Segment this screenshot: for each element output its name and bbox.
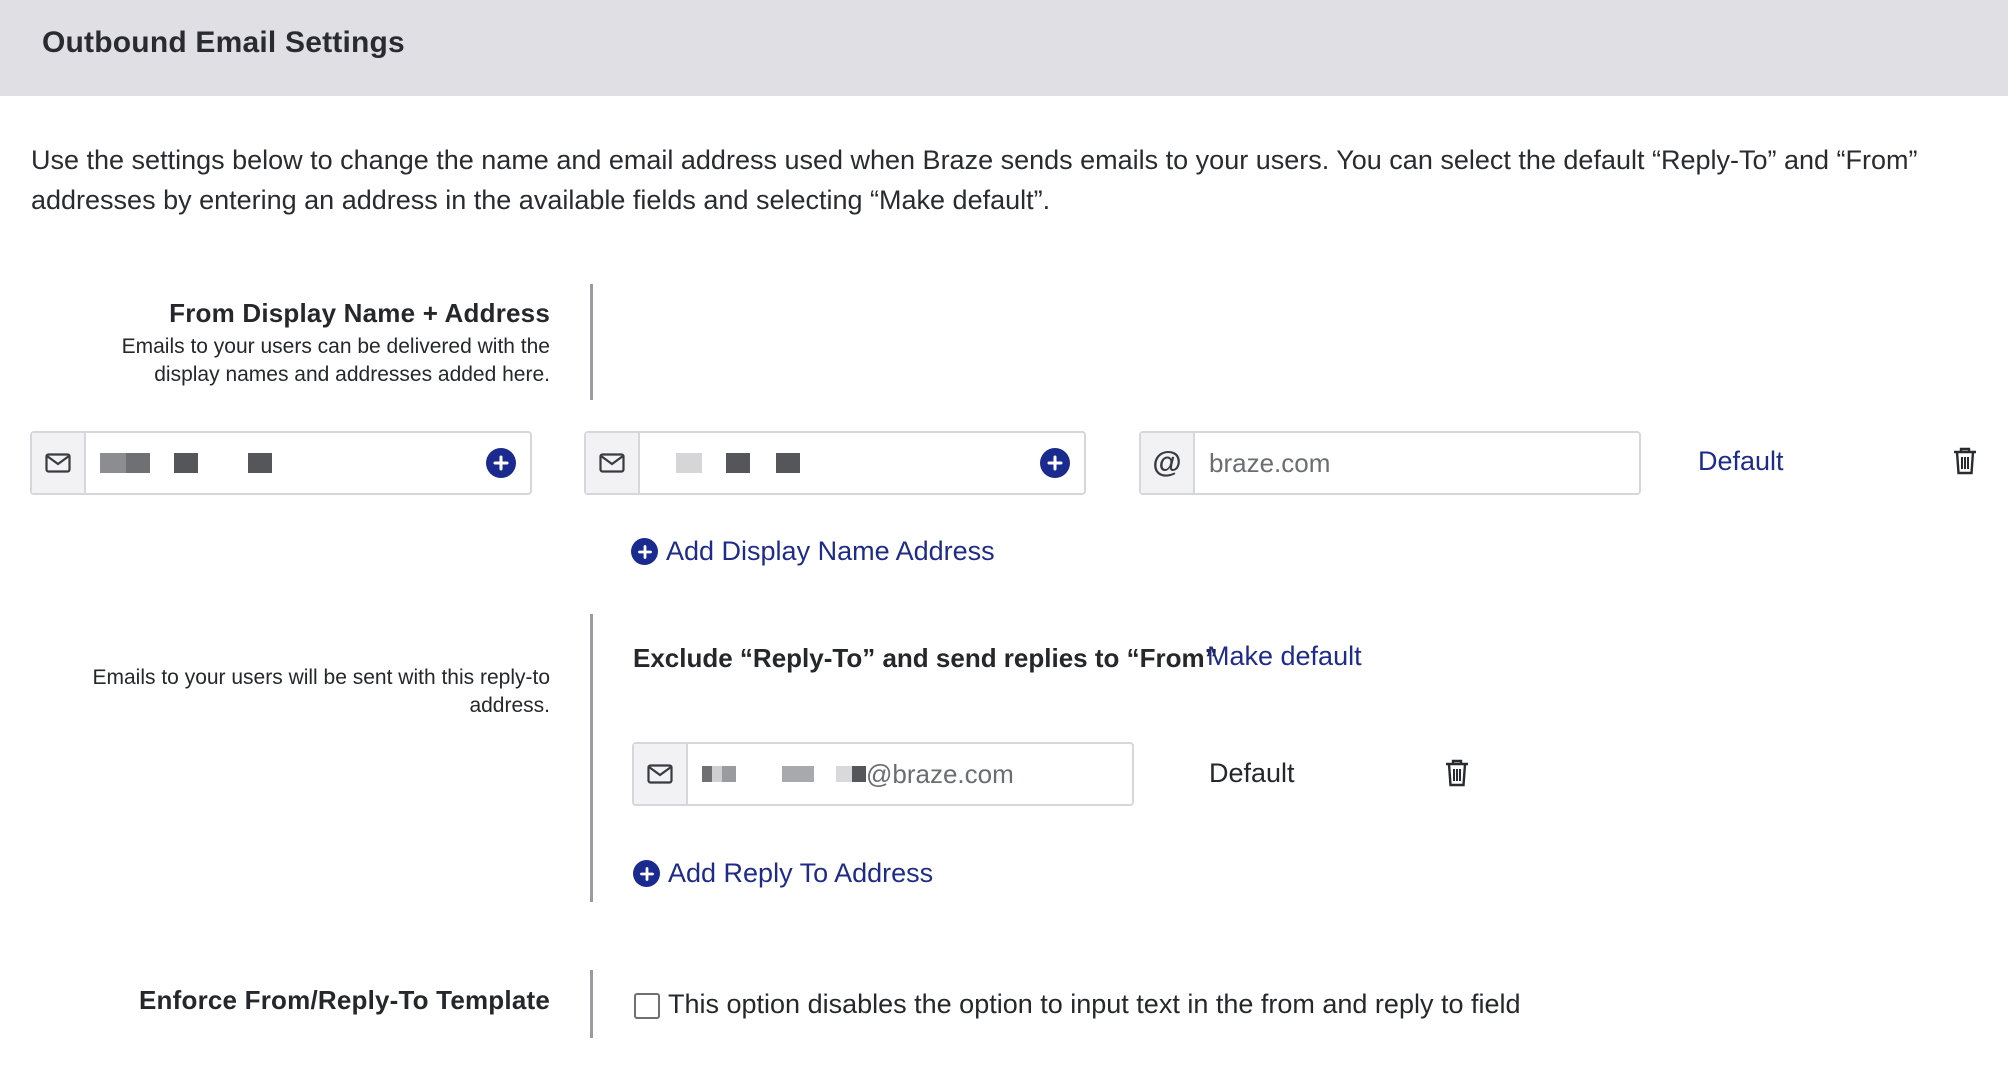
display-name-input-group [30,431,532,495]
redacted-block [722,766,736,782]
enforce-section-label: Enforce From/Reply-To Template [139,985,550,1016]
from-section-divider [590,284,593,400]
add-address-icon[interactable] [1040,448,1070,478]
from-section-description: Emails to your users can be delivered wi… [122,333,550,389]
from-desc-line-2: display names and addresses added here. [154,363,550,386]
redacted-block [174,453,198,473]
redacted-block [782,766,814,782]
exclude-reply-to-option: Exclude “Reply-To” and send replies to “… [633,643,1218,673]
redacted-block [100,453,126,473]
redacted-block [726,453,750,473]
add-display-name-address-label: Add Display Name Address [666,536,995,566]
mail-icon [634,744,688,804]
add-reply-to-address-button[interactable]: Add Reply To Address [633,858,933,889]
mail-icon [32,433,86,493]
add-display-name-address-button[interactable]: Add Display Name Address [631,536,995,567]
reply-to-default-status: Default [1209,758,1295,788]
reply-section-label: Emails to your users will be sent with t… [93,664,551,720]
intro-line-1: Use the settings below to change the nam… [31,145,1918,175]
intro-text: Use the settings below to change the nam… [31,140,1981,220]
reply-section-divider [590,614,593,902]
reply-desc-line-2: address. [469,694,550,717]
make-default-link[interactable]: Make default [1207,641,1362,672]
enforce-section-divider [590,970,593,1038]
reply-to-input-group: @braze.com [632,742,1134,806]
mail-icon [586,433,640,493]
outbound-email-settings-page: Outbound Email Settings Use the settings… [0,0,2008,1078]
display-name-input[interactable] [86,433,530,493]
from-default-link[interactable]: Default [1698,446,1784,477]
reply-to-domain: @braze.com [866,758,1014,789]
enforce-template-checkbox-label: This option disables the option to input… [668,989,1521,1019]
intro-line-2: addresses by entering an address in the … [31,185,1051,215]
domain-input-group: @ braze.com [1139,431,1641,495]
add-display-name-icon[interactable] [486,448,516,478]
enforce-template-checkbox[interactable] [634,993,660,1019]
redacted-block [248,453,272,473]
redacted-block [126,453,150,473]
trash-icon[interactable] [1444,758,1470,788]
plus-circle-icon [631,538,658,565]
page-header: Outbound Email Settings [0,0,2008,96]
redacted-block [712,766,722,782]
redacted-block [776,453,800,473]
domain-input[interactable]: braze.com [1195,433,1639,493]
trash-icon[interactable] [1952,446,1978,476]
redacted-block [852,766,866,782]
from-section-label: From Display Name + Address Emails to yo… [122,298,550,389]
enforce-section-title: Enforce From/Reply-To Template [139,985,550,1015]
reply-desc-line-1: Emails to your users will be sent with t… [92,666,551,689]
at-icon: @ [1141,433,1195,493]
domain-value: braze.com [1209,447,1331,478]
plus-circle-icon [633,860,660,887]
page-title: Outbound Email Settings [42,26,405,59]
reply-to-input[interactable]: @braze.com [688,744,1132,804]
redacted-block [676,453,702,473]
add-reply-to-address-label: Add Reply To Address [668,858,934,888]
from-section-title: From Display Name + Address [169,298,550,328]
redacted-block [836,766,852,782]
redacted-block [702,766,712,782]
address-input[interactable] [640,433,1084,493]
address-input-group [584,431,1086,495]
reply-section-description: Emails to your users will be sent with t… [93,664,551,720]
from-desc-line-1: Emails to your users can be delivered wi… [121,335,550,358]
